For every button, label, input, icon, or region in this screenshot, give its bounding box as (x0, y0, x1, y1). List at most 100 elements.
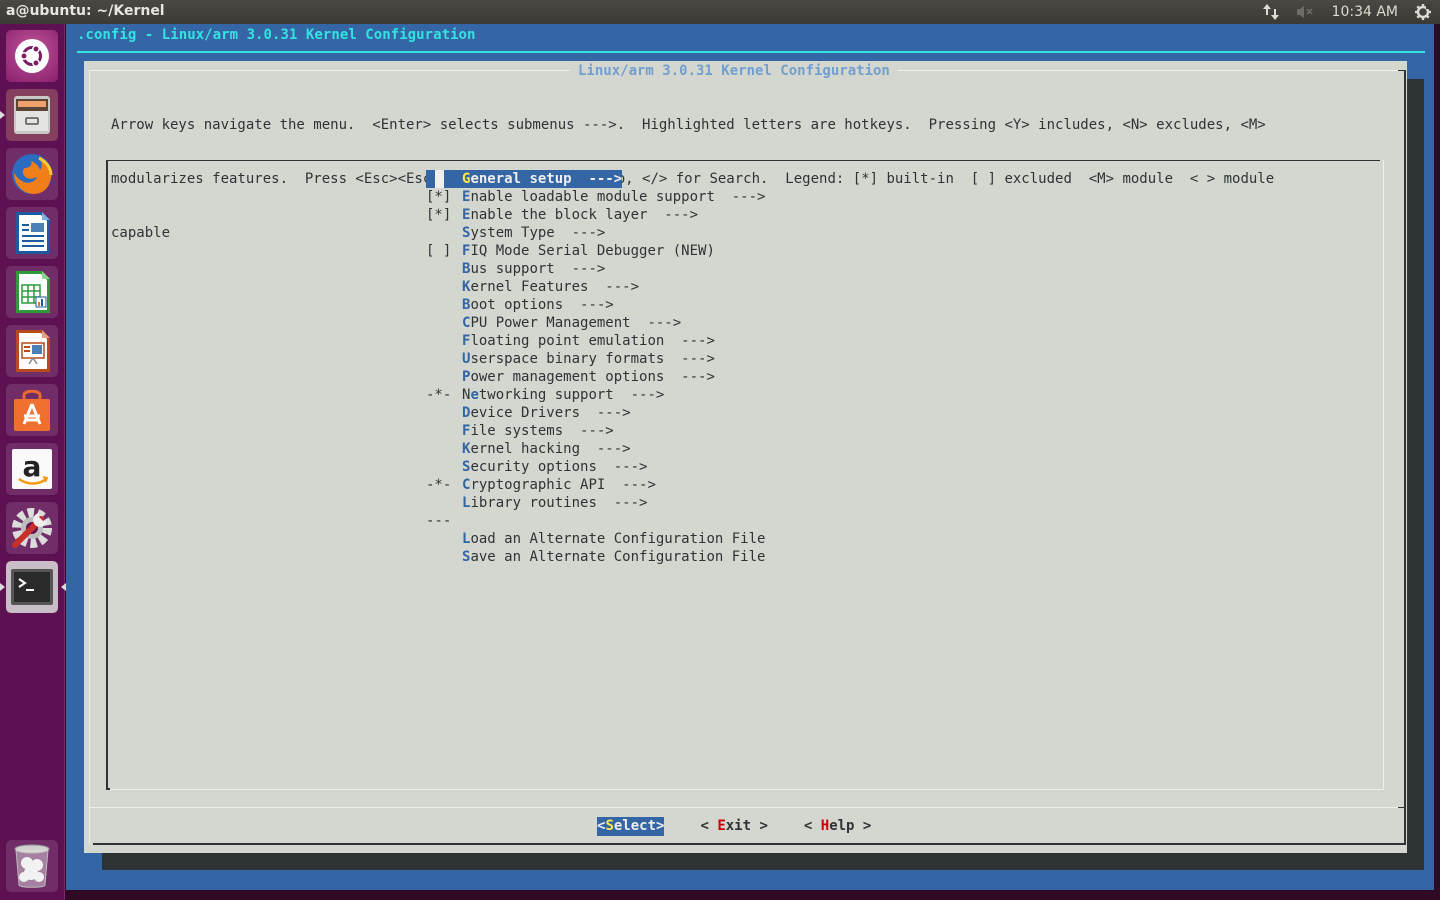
menu-item-state: [*] (426, 189, 452, 205)
menu-item[interactable]: File systems ---> (426, 422, 765, 440)
dialog-border (1398, 70, 1406, 71)
dialog-shadow-right (1406, 79, 1424, 869)
launcher-trash[interactable] (6, 840, 58, 892)
menu-item-label: Enable loadable module support ---> (462, 188, 765, 206)
clock[interactable]: 10:34 AM (1324, 0, 1406, 24)
label-text: ile systems ---> (470, 423, 614, 439)
menu-item-state (426, 494, 462, 512)
menu-item[interactable]: Library routines ---> (426, 494, 765, 512)
network-updown-icon[interactable] (1254, 0, 1288, 24)
menu-item-state: [*] (426, 207, 452, 223)
launcher-terminal[interactable] (0, 561, 66, 613)
menu-item[interactable]: -*- Networking support ---> (426, 386, 765, 404)
launcher-files[interactable] (0, 89, 58, 141)
select-button[interactable]: <Select> (597, 817, 665, 836)
launcher-libreoffice-writer[interactable] (6, 207, 58, 259)
dialog-title: Linux/arm 3.0.31 Kernel Configuration (570, 62, 898, 80)
menu-item-state (426, 458, 462, 476)
menu-item[interactable]: General setup ---> (426, 170, 765, 188)
menu-item-state (426, 260, 462, 278)
dialog-shadow-bottom (102, 852, 1424, 870)
launcher-amazon[interactable]: a (6, 443, 58, 495)
label-text: oot options ---> (470, 297, 614, 313)
running-indicator (0, 583, 5, 591)
menu-item-state (426, 422, 462, 440)
menu-item-label: Security options ---> (462, 458, 647, 476)
exit-button[interactable]: < Exit > (700, 817, 767, 836)
firefox-icon (12, 154, 53, 194)
session-gear-icon[interactable] (1406, 0, 1440, 24)
menu-item-state (426, 170, 462, 188)
menu-list: General setup ---> [*] Enable loadable mod… (426, 170, 765, 566)
amazon-icon: a (12, 449, 52, 489)
menu-item-label: Boot options ---> (462, 296, 614, 314)
label-text: IQ Mode Serial Debugger (NEW) (470, 243, 715, 259)
menu-item-label: Bus support ---> (462, 260, 605, 278)
menu-item[interactable]: [ ] FIQ Mode Serial Debugger (NEW) (426, 242, 765, 260)
menu-item[interactable]: Device Drivers ---> (426, 404, 765, 422)
menu-item-state (426, 368, 462, 386)
volume-muted-icon[interactable] (1288, 0, 1324, 24)
menu-item-label: Userspace binary formats ---> (462, 350, 715, 368)
label-text: ibrary routines ---> (470, 495, 648, 511)
menu-item[interactable]: System Type ---> (426, 224, 765, 242)
menu-item-label: FIQ Mode Serial Debugger (NEW) (462, 242, 715, 260)
menu-item[interactable]: Userspace binary formats ---> (426, 350, 765, 368)
menu-item-label: Library routines ---> (462, 494, 647, 512)
dialog-border (93, 843, 1406, 845)
menu-item[interactable]: Security options ---> (426, 458, 765, 476)
menu-item[interactable]: Power management options ---> (426, 368, 765, 386)
menu-separator: --- (426, 512, 765, 530)
menu-item[interactable]: [*] Enable the block layer ---> (426, 206, 765, 224)
label-text: oad an Alternate Configuration File (470, 531, 766, 547)
top-panel: a@ubuntu: ~/Kernel 10:34 AM (0, 0, 1440, 24)
label-text: nable loadable module support ---> (470, 189, 766, 205)
label-text: serspace binary formats ---> (470, 351, 715, 367)
dialog-border (89, 70, 90, 844)
shopping-bag-icon (14, 389, 50, 431)
launcher-firefox[interactable] (6, 148, 58, 200)
label-text: ave an Alternate Configuration File (470, 549, 766, 565)
desktop-edge-right (1434, 24, 1440, 900)
menu-item-label: General setup ---> (462, 170, 623, 188)
terminal-icon (11, 569, 53, 605)
menu-box-border (106, 160, 108, 790)
menu-item[interactable]: Save an Alternate Configuration File (426, 548, 765, 566)
dialog-border (1404, 70, 1406, 844)
menu-item[interactable]: Load an Alternate Configuration File (426, 530, 765, 548)
launcher-libreoffice-calc[interactable] (6, 266, 58, 318)
menu-item[interactable]: Boot options ---> (426, 296, 765, 314)
menu-item[interactable]: Bus support ---> (426, 260, 765, 278)
button-separator (1398, 807, 1406, 808)
menu-item[interactable]: Kernel Features ---> (426, 278, 765, 296)
launcher: a (0, 24, 66, 900)
menu-item-state (426, 530, 462, 548)
menu-item[interactable]: [*] Enable loadable module support ---> (426, 188, 765, 206)
menu-item[interactable]: CPU Power Management ---> (426, 314, 765, 332)
label-text: ryptographic API ---> (470, 477, 656, 493)
launcher-dash-home[interactable] (6, 30, 58, 82)
menu-item[interactable]: Floating point emulation ---> (426, 332, 765, 350)
menu-item-state (426, 332, 462, 350)
help-button[interactable]: < Help > (804, 817, 871, 836)
menu-item[interactable]: -*- Cryptographic API ---> (426, 476, 765, 494)
launcher-libreoffice-impress[interactable] (6, 325, 58, 377)
desktop-edge-bottom (66, 890, 1440, 900)
label-text: tworking support ---> (478, 387, 665, 403)
file-cabinet-icon (14, 96, 50, 134)
trash-icon (14, 844, 50, 888)
settings-wrench-icon (12, 508, 52, 548)
menu-item-state (426, 224, 462, 242)
menu-box-border (1383, 160, 1384, 790)
menu-item-state: -*- (426, 387, 452, 403)
launcher-system-settings[interactable] (6, 502, 58, 554)
menu-item-state (426, 296, 462, 314)
menu-item-label: Power management options ---> (462, 368, 715, 386)
launcher-software-center[interactable] (6, 384, 58, 436)
backtitle-underline (77, 51, 1425, 53)
menu-item[interactable]: Kernel hacking ---> (426, 440, 765, 458)
menu-item-state (426, 278, 462, 296)
menu-item-state: --- (426, 513, 452, 529)
button-bar: <Select> < Exit > < Help > (597, 817, 871, 836)
